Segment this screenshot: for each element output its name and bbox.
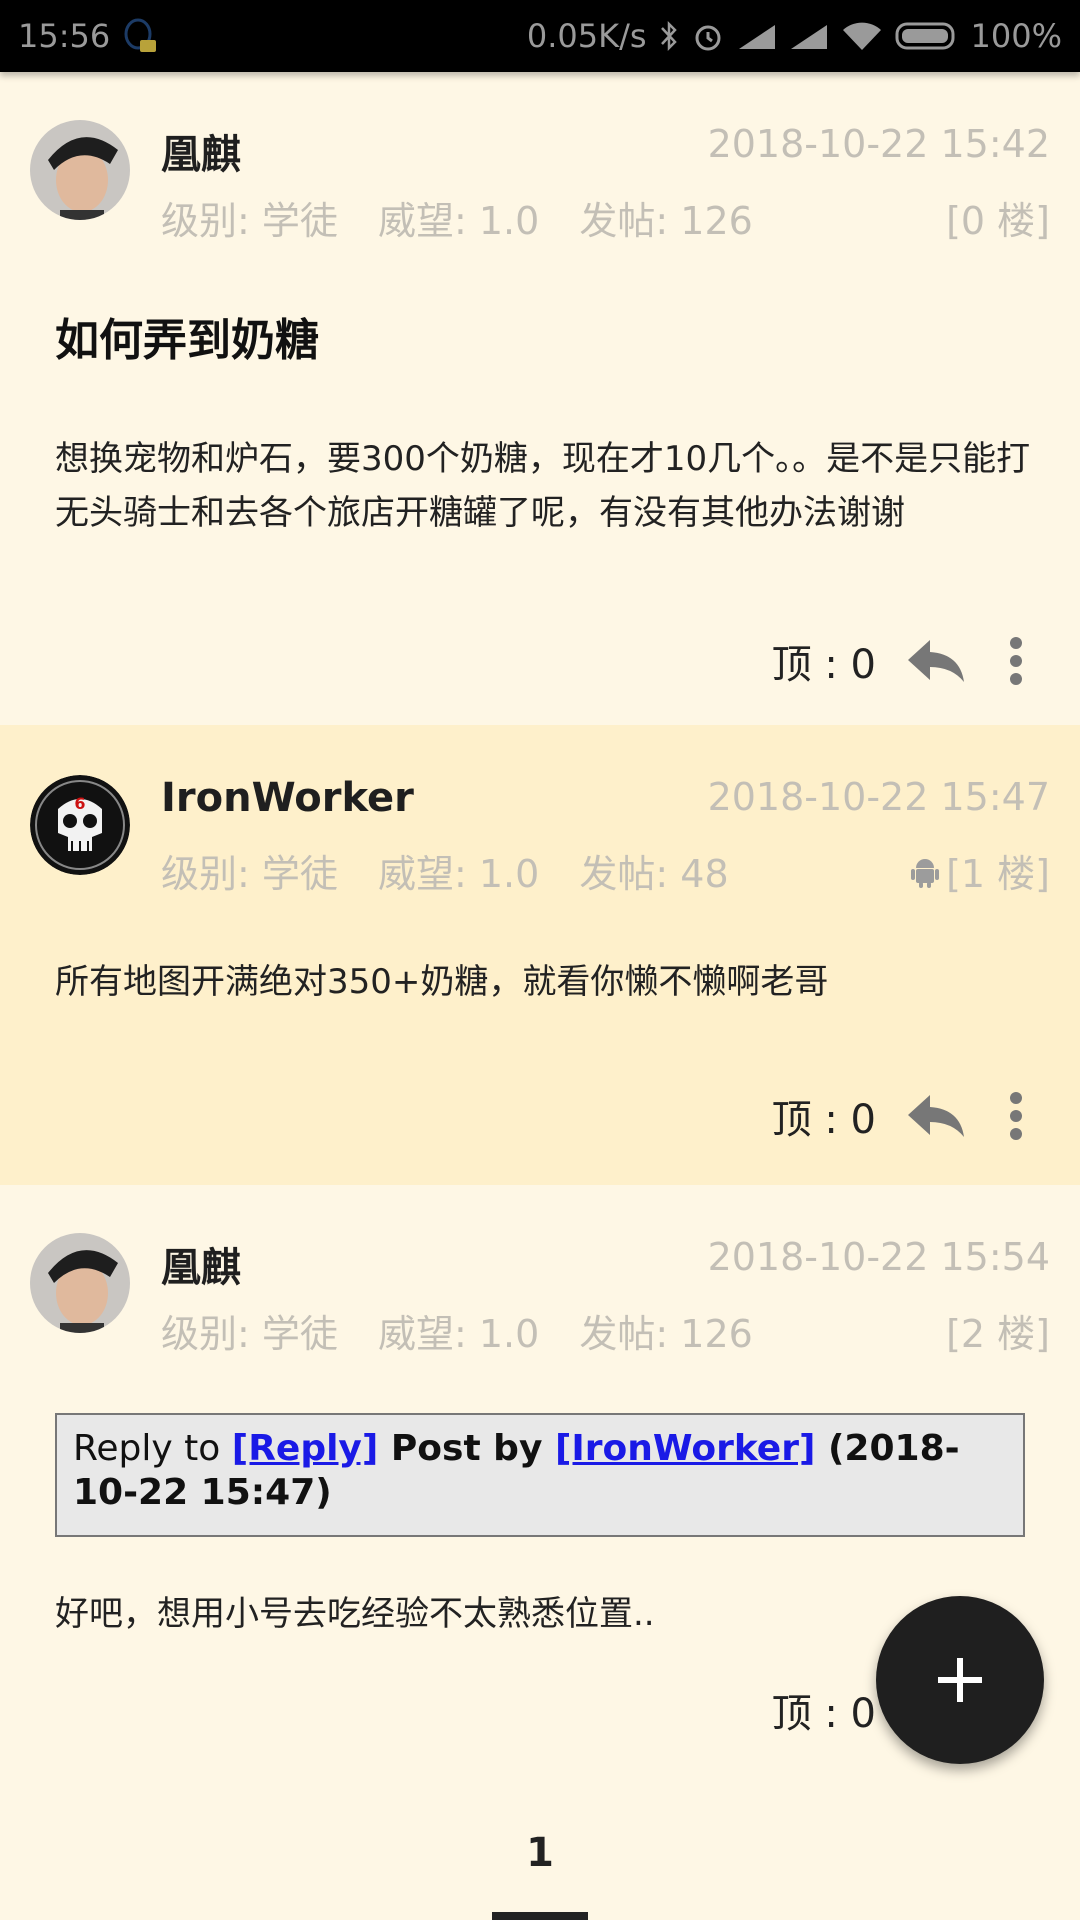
status-bar: 15:56 0.05K/s 100% [0, 0, 1080, 72]
author-level: 级别: 学徒 [161, 852, 338, 896]
floor-text: [1 楼] [946, 852, 1050, 896]
author-prestige: 威望: 1.0 [377, 852, 540, 896]
vote-count[interactable]: 顶 : 0 [772, 632, 876, 690]
qq-notification-icon [122, 16, 158, 56]
plus-icon [938, 1658, 982, 1702]
author-name[interactable]: 凰麒 [161, 1235, 241, 1293]
author-post-count: 发帖: 126 [579, 1312, 753, 1356]
floor-label: [0 楼] [946, 190, 1050, 245]
author-level: 级别: 学徒 [161, 199, 338, 243]
reply-quote: Reply to [Reply] Post by [IronWorker] (2… [55, 1413, 1025, 1537]
post-actions: 顶 : 0 [772, 1087, 1080, 1145]
floor-text: [2 楼] [946, 1312, 1050, 1356]
signal-icon [737, 21, 777, 51]
avatar[interactable]: 6 [30, 775, 130, 875]
author-meta: 级别: 学徒 威望: 1.0 发帖: 48 [161, 843, 757, 898]
author-meta: 级别: 学徒 威望: 1.0 发帖: 126 [161, 1303, 781, 1358]
author-prestige: 威望: 1.0 [377, 1312, 540, 1356]
pagination: 1 [0, 1830, 1080, 1876]
post-content: 想换宠物和炉石，要300个奶糖，现在才10几个。。是不是只能打无头骑士和去各个旅… [55, 439, 1031, 533]
reply-icon[interactable] [906, 1091, 966, 1141]
quote-user-link[interactable]: [IronWorker] [555, 1428, 815, 1469]
post-time: 2018-10-22 15:42 [707, 122, 1050, 166]
new-reply-fab[interactable] [876, 1596, 1044, 1764]
svg-text:6: 6 [74, 794, 85, 813]
more-options-icon[interactable] [1006, 636, 1026, 686]
vote-count[interactable]: 顶 : 0 [772, 1087, 876, 1145]
author-name[interactable]: IronWorker [161, 775, 414, 821]
android-icon [911, 858, 940, 888]
floor-label: [1 楼] [910, 843, 1050, 898]
quote-reply-link[interactable]: [Reply] [232, 1428, 379, 1469]
post-content: 所有地图开满绝对350+奶糖，就看你懒不懒啊老哥 [55, 962, 829, 1002]
avatar[interactable] [30, 1233, 130, 1333]
post-actions: 顶 : 0 [772, 632, 1080, 690]
author-level: 级别: 学徒 [161, 1312, 338, 1356]
post-floor-1: 6 IronWorker 2018-10-22 15:47 级别: 学徒 威望:… [0, 725, 1080, 1185]
status-time: 15:56 [18, 17, 111, 55]
floor-text: [0 楼] [946, 199, 1050, 243]
vote-count[interactable]: 顶 : 0 [772, 1681, 876, 1739]
more-options-icon[interactable] [1006, 1091, 1026, 1141]
reply-icon[interactable] [906, 636, 966, 686]
battery-icon [895, 21, 959, 51]
author-prestige: 威望: 1.0 [377, 199, 540, 243]
author-name[interactable]: 凰麒 [161, 122, 241, 180]
page-indicator [492, 1912, 588, 1920]
author-post-count: 发帖: 126 [579, 199, 753, 243]
post-floor-0: 凰麒 2018-10-22 15:42 级别: 学徒 威望: 1.0 发帖: 1… [0, 72, 1080, 725]
alarm-icon [691, 19, 725, 53]
quote-prefix: Reply to [73, 1428, 232, 1469]
author-meta: 级别: 学徒 威望: 1.0 发帖: 126 [161, 190, 781, 245]
quote-post-by: Post by [378, 1428, 555, 1469]
post-title: 如何弄到奶糖 [55, 315, 319, 366]
post-time: 2018-10-22 15:47 [707, 775, 1050, 819]
floor-label: [2 楼] [946, 1303, 1050, 1358]
post-content: 好吧，想用小号去吃经验不太熟悉位置.. [55, 1594, 655, 1634]
battery-percent: 100% [970, 17, 1062, 55]
wifi-icon [841, 20, 883, 52]
bluetooth-icon [659, 19, 679, 53]
network-speed: 0.05K/s [526, 17, 647, 55]
signal-icon-2 [789, 21, 829, 51]
avatar[interactable] [30, 120, 130, 220]
post-time: 2018-10-22 15:54 [707, 1235, 1050, 1279]
author-post-count: 发帖: 48 [579, 852, 729, 896]
page-number[interactable]: 1 [526, 1830, 554, 1876]
